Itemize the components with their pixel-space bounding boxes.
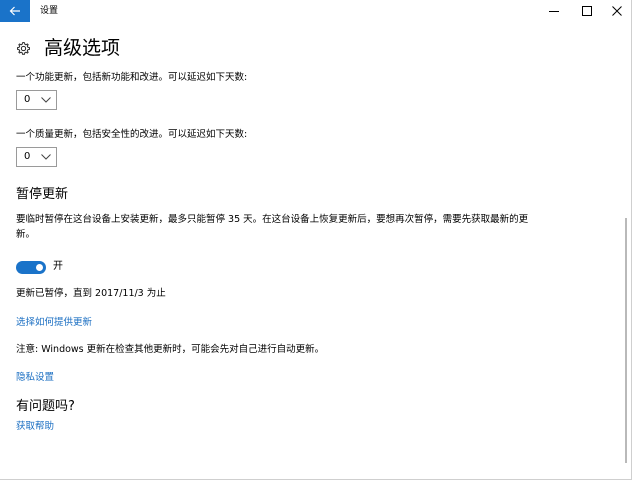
back-button[interactable]: [0, 0, 30, 22]
settings-window: 设置 高级选项 一个功能更新，包括新功能和改进。可以延迟如下天数: 0 一个质量…: [0, 0, 632, 480]
feature-update-label: 一个功能更新，包括新功能和改进。可以延迟如下天数:: [16, 72, 248, 83]
quality-update-days-select[interactable]: 0: [16, 147, 57, 167]
privacy-settings-link[interactable]: 隐私设置: [16, 371, 54, 385]
pause-updates-toggle[interactable]: [16, 261, 46, 274]
pause-updates-toggle-label: 开: [53, 261, 63, 272]
quality-update-days-value: 0: [24, 151, 31, 162]
pause-updates-description: 要临时暂停在这台设备上安装更新，最多只能暂停 35 天。在这台设备上恢复更新后，…: [16, 214, 529, 240]
chevron-down-icon: [39, 90, 53, 110]
get-help-link[interactable]: 获取帮助: [16, 420, 54, 434]
feature-update-days-select[interactable]: 0: [16, 90, 57, 110]
close-icon: [612, 6, 622, 16]
chevron-down-icon: [39, 147, 53, 167]
close-button[interactable]: [601, 0, 631, 22]
scrollbar[interactable]: [625, 218, 627, 463]
pause-updates-heading: 暂停更新: [16, 187, 69, 202]
minimize-icon: [549, 11, 559, 12]
title-bar: 设置: [0, 0, 631, 22]
gear-icon: [17, 41, 30, 55]
maximize-icon: [582, 6, 592, 16]
arrow-left-icon: [9, 6, 20, 16]
help-heading: 有问题吗?: [16, 399, 75, 414]
feature-update-days-value: 0: [24, 94, 31, 105]
window-title: 设置: [40, 6, 59, 16]
toggle-knob: [36, 264, 43, 271]
maximize-button[interactable]: [571, 0, 603, 22]
minimize-button[interactable]: [538, 0, 570, 22]
choose-delivery-link[interactable]: 选择如何提供更新: [16, 316, 92, 330]
windows-update-note: 注意: Windows 更新在检查其他更新时，可能会先对自己进行自动更新。: [16, 344, 325, 355]
pause-status-text: 更新已暂停，直到 2017/11/3 为止: [16, 288, 166, 299]
page-header: 高级选项: [16, 34, 120, 62]
quality-update-label: 一个质量更新，包括安全性的改进。可以延迟如下天数:: [16, 129, 248, 140]
page-title: 高级选项: [44, 37, 121, 59]
